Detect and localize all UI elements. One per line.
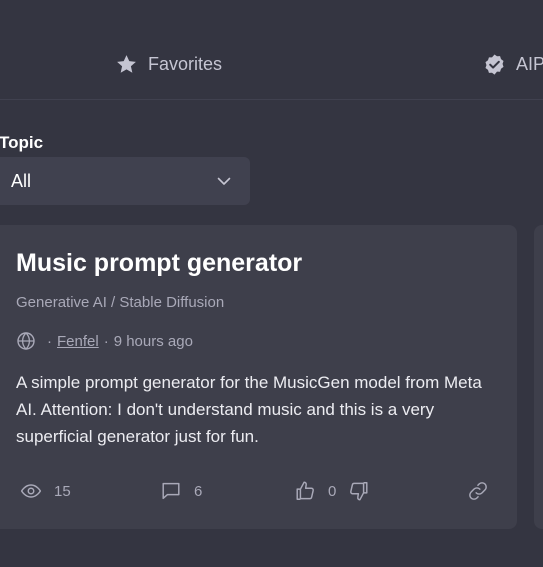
thumbs-down-icon (350, 482, 368, 501)
meta-separator: · (47, 332, 52, 350)
card-description: A simple prompt generator for the MusicG… (16, 373, 482, 446)
chevron-down-icon (217, 177, 231, 185)
card-category: Generative AI / Stable Diffusion (16, 294, 225, 311)
comment-icon (162, 482, 180, 500)
topic-label: Topic (0, 133, 44, 152)
votes-stat: 0 (294, 480, 370, 502)
verified-badge-icon (485, 53, 504, 75)
tab-favorites[interactable]: Favorites (115, 51, 222, 77)
tab-favorites-label: Favorites (148, 53, 223, 74)
views-stat: 15 (20, 480, 71, 502)
card-title[interactable]: Music prompt generator (16, 249, 302, 278)
topic-select[interactable]: All (0, 157, 250, 205)
next-card-edge[interactable] (534, 225, 543, 529)
comments-count: 6 (194, 482, 203, 500)
author-link[interactable]: Fenfel (57, 333, 99, 350)
thumbs-up-icon (296, 481, 314, 500)
meta-separator: · (103, 332, 109, 350)
star-icon (117, 54, 136, 73)
topic-select-value: All (11, 171, 32, 191)
like-button[interactable] (294, 480, 316, 502)
copy-link-button[interactable] (467, 480, 489, 502)
comments-stat[interactable]: 6 (160, 480, 202, 502)
tab-aip-label: AIP (516, 53, 543, 74)
link-icon (469, 482, 487, 500)
page: Favorites AIP Topic All Music prompt gen… (0, 0, 543, 567)
tab-aip[interactable]: AIP (483, 51, 543, 77)
prompt-card[interactable]: Music prompt generator Generative AI / S… (0, 225, 517, 529)
likes-count: 0 (328, 482, 337, 500)
dislike-button[interactable] (348, 480, 370, 502)
globe-icon (17, 332, 35, 350)
post-time: 9 hours ago (113, 332, 193, 350)
eye-icon (20, 484, 42, 498)
card-meta: · Fenfel · 9 hours ago (16, 330, 193, 352)
tab-bar: Favorites AIP (0, 0, 543, 100)
views-count: 15 (54, 482, 71, 500)
